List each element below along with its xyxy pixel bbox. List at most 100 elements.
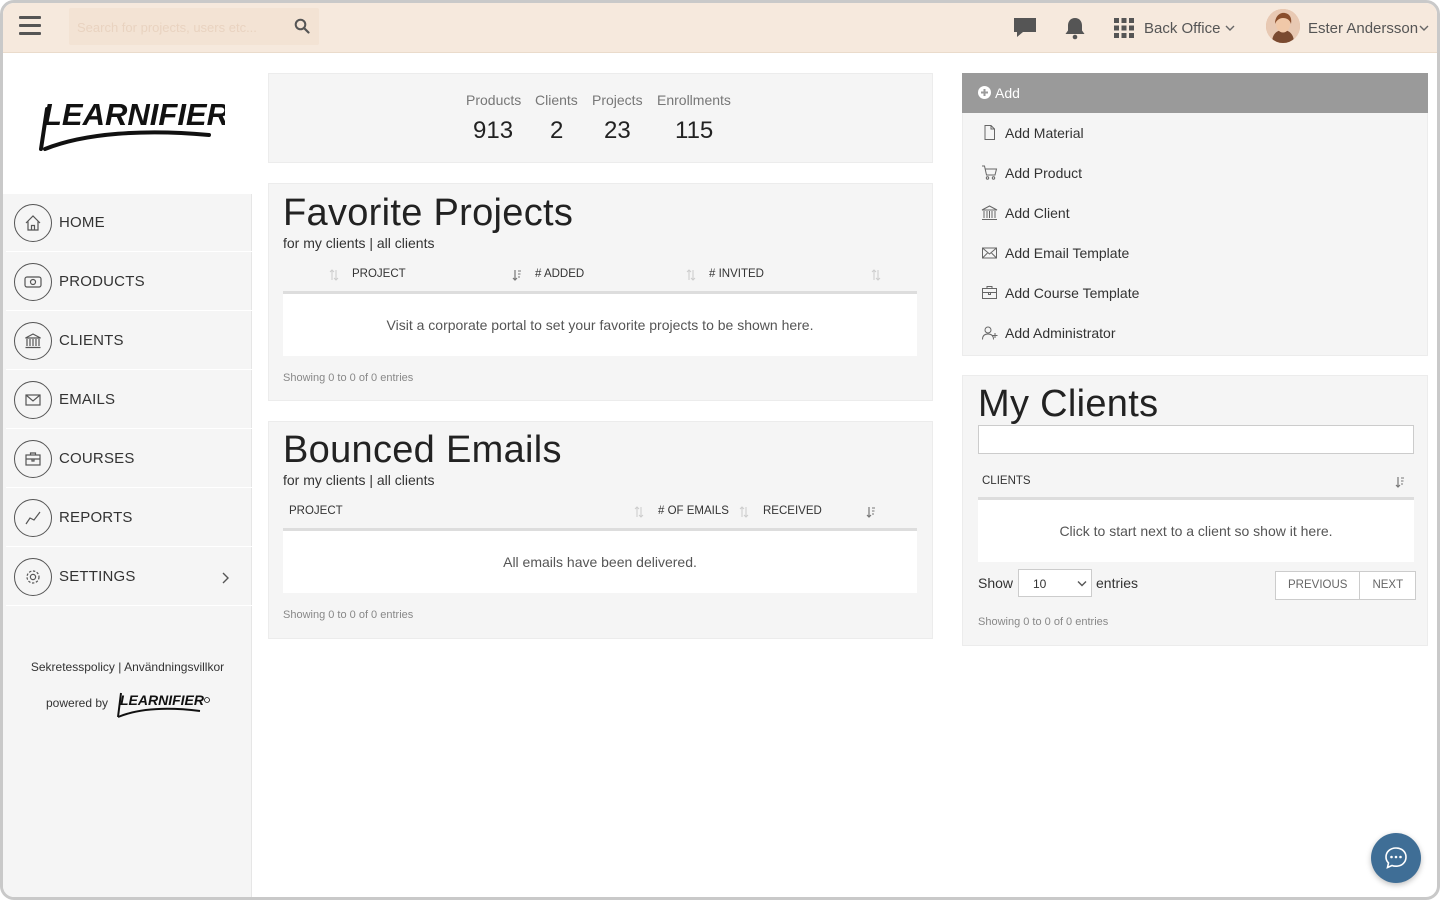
bell-icon[interactable] bbox=[1062, 15, 1088, 41]
logo-area: LEARNIFIER bbox=[3, 53, 252, 194]
my-clients-link[interactable]: my clients bbox=[303, 235, 365, 251]
support-chat-button[interactable] bbox=[1371, 833, 1421, 883]
enrollments-stat-label: Enrollments bbox=[657, 92, 731, 108]
sort-desc-icon[interactable] bbox=[866, 506, 876, 518]
chevron-down-icon[interactable] bbox=[1419, 23, 1429, 33]
search-icon[interactable] bbox=[294, 18, 310, 34]
chat-bubble-icon bbox=[1385, 847, 1407, 869]
footer-links: Sekretesspolicy | Användningsvillkor bbox=[3, 660, 252, 674]
page-size-value: 10 bbox=[1033, 577, 1047, 591]
sidebar-item-label: HOME bbox=[59, 214, 105, 231]
table-info: Showing 0 to 0 of 0 entries bbox=[978, 616, 1109, 628]
page-size-select[interactable]: 10 bbox=[1018, 569, 1092, 597]
clients-column-header[interactable]: CLIENTS bbox=[982, 475, 1031, 487]
bank-icon bbox=[14, 322, 52, 360]
sort-icon[interactable] bbox=[739, 506, 749, 518]
invited-column-header[interactable]: # INVITED bbox=[709, 268, 764, 280]
bounced-emails-panel: Bounced Emails for my clients | all clie… bbox=[268, 421, 933, 639]
chevron-down-icon[interactable] bbox=[1225, 23, 1235, 33]
filter-separator: | bbox=[369, 235, 373, 251]
clients-stat-value: 2 bbox=[550, 117, 564, 144]
my-clients-panel: My Clients CLIENTS Click to start next t… bbox=[962, 375, 1428, 646]
empty-table-row: All emails have been delivered. bbox=[283, 531, 917, 593]
sidebar-item-products[interactable]: PRODUCTS bbox=[6, 253, 252, 311]
favorite-projects-panel: Favorite Projects for my clients | all c… bbox=[268, 183, 933, 401]
add-menu-header[interactable]: Add bbox=[962, 73, 1428, 113]
terms-link[interactable]: Användningsvillkor bbox=[124, 660, 224, 674]
sort-icon[interactable] bbox=[686, 269, 696, 281]
sidebar-item-label: REPORTS bbox=[59, 509, 133, 526]
project-column-header[interactable]: PROJECT bbox=[289, 505, 343, 517]
home-icon bbox=[14, 204, 52, 242]
sort-icon[interactable] bbox=[871, 269, 881, 281]
add-item-label: Add Client bbox=[1005, 205, 1070, 221]
sidebar-item-label: SETTINGS bbox=[59, 568, 136, 585]
all-clients-link[interactable]: all clients bbox=[377, 472, 435, 488]
sidebar-item-reports[interactable]: REPORTS bbox=[6, 489, 252, 547]
envelope-icon bbox=[982, 247, 997, 259]
sidebar-item-label: COURSES bbox=[59, 450, 135, 467]
add-menu-title: Add bbox=[995, 85, 1020, 101]
filter-prefix: for bbox=[283, 472, 300, 488]
sidebar-item-label: CLIENTS bbox=[59, 332, 124, 349]
filter-prefix: for bbox=[283, 235, 300, 251]
panel-title: Favorite Projects bbox=[283, 192, 574, 234]
sidebar-item-settings[interactable]: SETTINGS bbox=[6, 548, 252, 606]
privacy-link[interactable]: Sekretesspolicy bbox=[31, 660, 115, 674]
cart-icon bbox=[982, 165, 998, 180]
powered-by-label: powered by bbox=[46, 696, 109, 710]
entries-label: entries bbox=[1096, 575, 1139, 591]
sort-icon[interactable] bbox=[634, 506, 644, 518]
client-search-input[interactable] bbox=[978, 425, 1414, 454]
sort-asc-icon[interactable] bbox=[1395, 476, 1405, 488]
products-stat-label: Products bbox=[466, 92, 522, 108]
previous-page-button[interactable]: PREVIOUS bbox=[1276, 572, 1359, 599]
next-page-button[interactable]: NEXT bbox=[1359, 572, 1415, 599]
add-item-label: Add Administrator bbox=[1005, 325, 1116, 341]
table-info: Showing 0 to 0 of 0 entries bbox=[283, 372, 414, 384]
sidebar: LEARNIFIER HOME PRODUCTS CLIENTS EMAILS … bbox=[3, 53, 252, 897]
search-bar bbox=[69, 8, 319, 45]
chevron-right-icon bbox=[222, 572, 229, 584]
workspace-switcher[interactable]: Back Office bbox=[1144, 20, 1220, 37]
briefcase-icon bbox=[982, 286, 997, 299]
svg-text:LEARNIFIER: LEARNIFIER bbox=[43, 97, 225, 132]
sidebar-item-home[interactable]: HOME bbox=[6, 194, 252, 252]
sidebar-item-emails[interactable]: EMAILS bbox=[6, 371, 252, 429]
svg-text:LEARNIFIER: LEARNIFIER bbox=[120, 692, 205, 708]
my-clients-link[interactable]: my clients bbox=[303, 472, 365, 488]
avatar[interactable] bbox=[1266, 9, 1300, 43]
gear-icon bbox=[14, 558, 52, 596]
sidebar-item-courses[interactable]: COURSES bbox=[6, 430, 252, 488]
search-input[interactable] bbox=[77, 16, 282, 38]
top-bar: Back Office Ester Andersson bbox=[3, 3, 1437, 53]
client-filter: for my clients | all clients bbox=[283, 472, 434, 488]
added-column-header[interactable]: # ADDED bbox=[535, 268, 584, 280]
clients-stat-label: Clients bbox=[535, 92, 578, 108]
bank-icon bbox=[981, 205, 998, 220]
apps-grid-icon[interactable] bbox=[1114, 18, 1134, 38]
user-menu[interactable]: Ester Andersson bbox=[1308, 20, 1418, 37]
learnifier-logo[interactable]: LEARNIFIER bbox=[39, 93, 225, 157]
sort-asc-icon[interactable] bbox=[512, 269, 522, 281]
project-column-header[interactable]: PROJECT bbox=[352, 268, 406, 280]
small-learnifier-logo[interactable]: LEARNIFIER bbox=[114, 685, 214, 721]
briefcase-icon bbox=[14, 440, 52, 478]
sidebar-item-clients[interactable]: CLIENTS bbox=[6, 312, 252, 370]
all-clients-link[interactable]: all clients bbox=[377, 235, 435, 251]
add-user-icon bbox=[982, 326, 998, 340]
filter-separator: | bbox=[369, 472, 373, 488]
sort-icon[interactable] bbox=[329, 269, 339, 281]
plus-circle-icon bbox=[978, 86, 991, 99]
envelope-icon bbox=[14, 381, 52, 419]
empty-table-row: Click to start next to a client so show … bbox=[978, 500, 1414, 562]
show-label: Show bbox=[978, 575, 1014, 591]
sidebar-item-label: EMAILS bbox=[59, 391, 116, 408]
client-filter: for my clients | all clients bbox=[283, 235, 434, 251]
emails-count-column-header[interactable]: # OF EMAILS bbox=[658, 505, 729, 517]
chat-icon[interactable] bbox=[1012, 15, 1038, 41]
products-stat-value: 913 bbox=[473, 117, 514, 144]
menu-icon[interactable] bbox=[19, 16, 41, 38]
received-column-header[interactable]: RECEIVED bbox=[763, 505, 822, 517]
enrollments-stat-value: 115 bbox=[675, 117, 714, 144]
